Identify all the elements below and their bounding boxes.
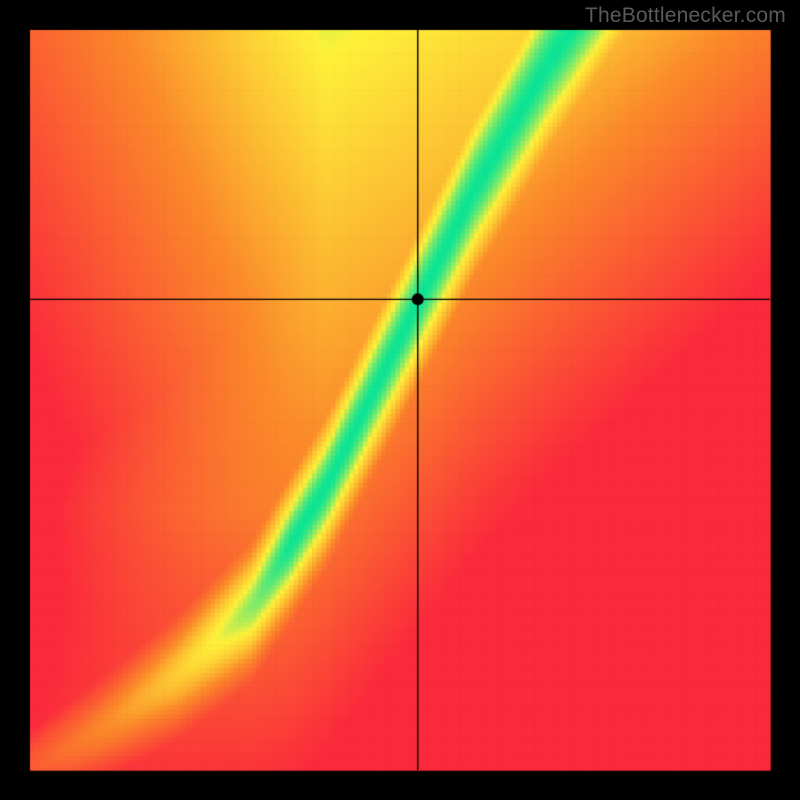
chart-container: TheBottlenecker.com bbox=[0, 0, 800, 800]
bottleneck-heatmap bbox=[0, 0, 800, 800]
watermark-label: TheBottlenecker.com bbox=[585, 4, 786, 28]
